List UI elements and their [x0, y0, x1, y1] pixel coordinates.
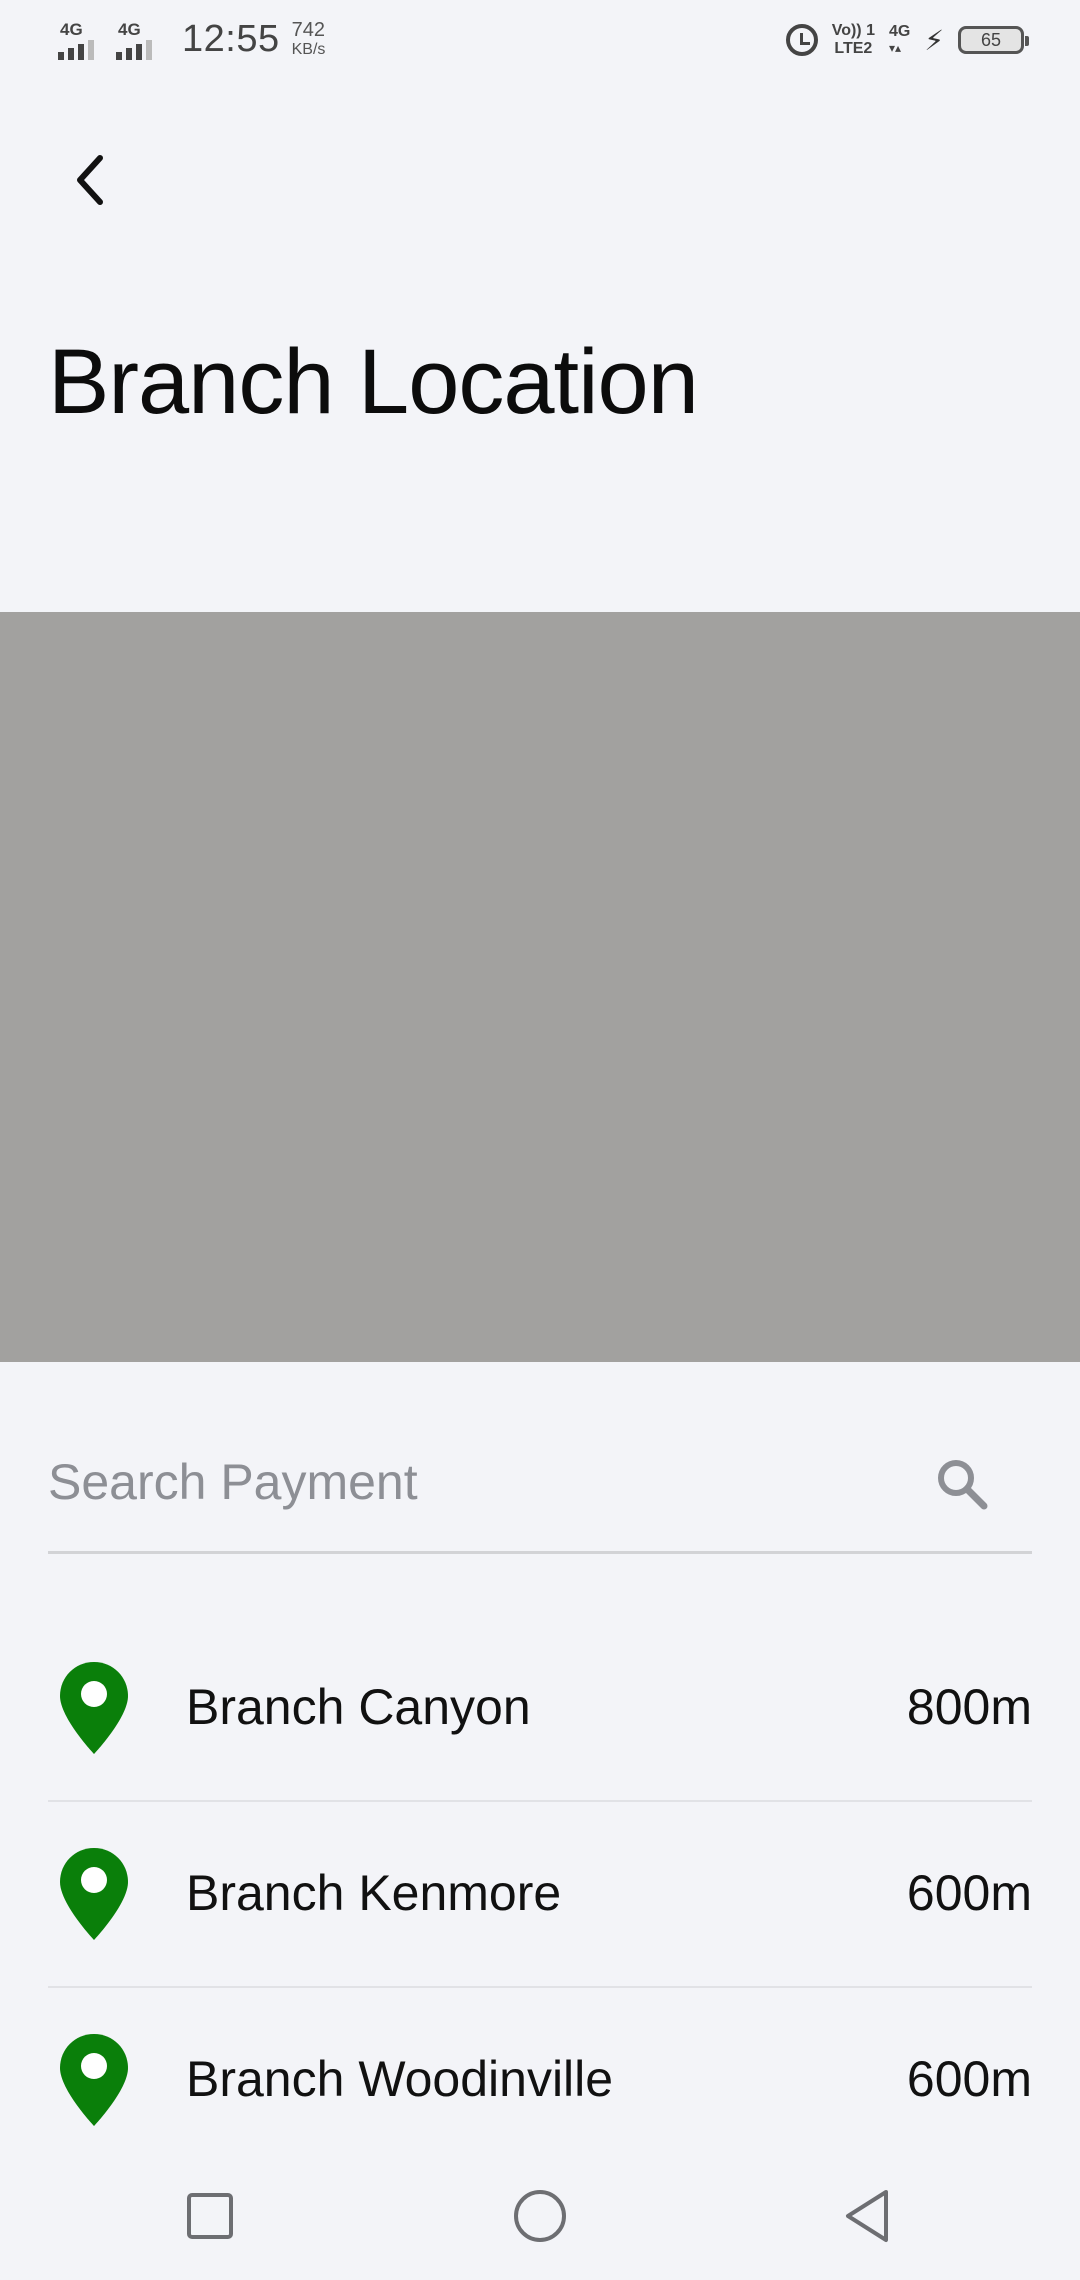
branch-list-item[interactable]: Branch Kenmore 600m [48, 1802, 1032, 1988]
system-nav-bar [0, 2154, 1080, 2280]
search-icon[interactable] [932, 1454, 992, 1514]
page-title: Branch Location [48, 331, 699, 433]
branch-list-item[interactable]: Branch Canyon 800m [48, 1616, 1032, 1802]
back-triangle-icon [846, 2190, 888, 2242]
nav-back-button[interactable] [838, 2186, 898, 2246]
status-clock: 12:55 [182, 18, 280, 60]
branch-distance: 600m [906, 2051, 1032, 2107]
status-right: Vo)) 1 LTE2 4G ▾▴ ⚡ 65 [785, 22, 1029, 58]
branch-name: Branch Kenmore [186, 1865, 562, 1921]
branch-name: Branch Canyon [186, 1679, 531, 1735]
location-pin-icon [60, 1848, 128, 1940]
data-arrows-icon: ▾▴ [888, 41, 902, 55]
home-button[interactable] [510, 2186, 570, 2246]
network-speed-unit: KB/s [291, 40, 326, 58]
status-left: 4G 4G 12:55 742 KB/s [58, 18, 325, 61]
network-speed-value: 742 [291, 18, 325, 41]
chevron-left-icon [77, 155, 103, 205]
volte-line-1: Vo)) 1 [831, 22, 875, 39]
signal-network-label: 4G [60, 19, 83, 39]
signal-strength-icon: 4G [58, 20, 104, 60]
status-bar: 4G 4G 12:55 742 KB/s Vo)) 1 LTE2 4G ▾▴ ⚡… [0, 0, 1080, 84]
battery-level: 65 [980, 29, 1002, 50]
location-pin-icon [60, 1662, 128, 1754]
volte-line-2: LTE2 [834, 40, 873, 57]
alarm-icon [785, 24, 818, 56]
location-pin-icon [60, 2034, 128, 2126]
back-button[interactable] [60, 150, 120, 210]
recents-button[interactable] [180, 2186, 240, 2246]
battery-icon: 65 [958, 26, 1029, 54]
search-input[interactable] [48, 1432, 908, 1532]
signal-network-label: 4G [118, 19, 141, 39]
mobile-data-indicator: 4G ▾▴ [889, 24, 910, 56]
network-speed: 742 KB/s [292, 20, 326, 60]
volte-indicator: Vo)) 1 LTE2 [832, 22, 875, 58]
charging-icon: ⚡ [924, 24, 944, 56]
branch-list-item[interactable]: Branch Woodinville 600m [48, 1988, 1032, 2174]
signal-strength-icon: 4G [116, 20, 162, 60]
branch-distance: 600m [906, 1865, 1032, 1921]
branch-distance: 800m [906, 1679, 1032, 1735]
search-bar [48, 1432, 1032, 1554]
home-circle-icon [514, 2190, 566, 2242]
recents-square-icon [187, 2193, 233, 2239]
mobile-data-label: 4G [888, 23, 911, 40]
branch-list: Branch Canyon 800m Branch Kenmore 600m B… [48, 1616, 1032, 2174]
map-view[interactable] [0, 612, 1080, 1362]
branch-name: Branch Woodinville [186, 2051, 614, 2107]
